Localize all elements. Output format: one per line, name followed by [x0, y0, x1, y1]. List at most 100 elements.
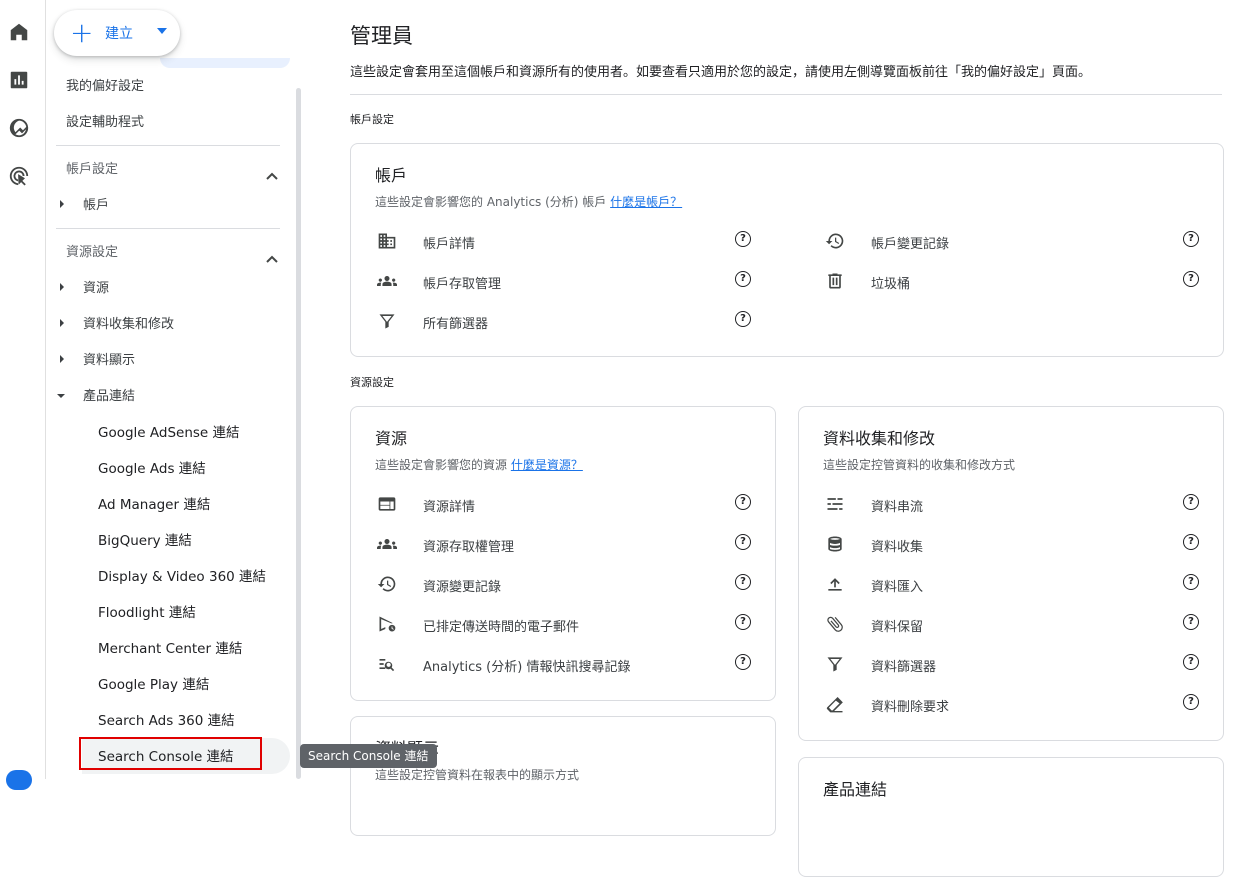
filter-icon — [823, 652, 847, 676]
data-deletion-requests-row[interactable]: 資料刪除要求 ? — [823, 692, 1203, 716]
sidebar-item-google-ads-links[interactable]: Google Ads 連結 — [98, 461, 206, 477]
people-icon — [375, 269, 399, 293]
divider — [56, 228, 280, 229]
sidebar-item-account[interactable]: 帳戶 — [83, 198, 109, 214]
help-fab[interactable] — [6, 770, 32, 790]
property-card-title: 資源 — [375, 429, 408, 448]
help-icon[interactable]: ? — [1183, 614, 1199, 630]
data-retention-row[interactable]: 資料保留 ? — [823, 612, 1203, 636]
account-settings-label: 帳戶設定 — [350, 113, 394, 126]
help-icon[interactable]: ? — [735, 574, 751, 590]
sidebar-item-merchant-center-links[interactable]: Merchant Center 連結 — [98, 641, 242, 657]
what-is-account-link[interactable]: 什麼是帳戶？ — [610, 195, 682, 209]
all-filters-row[interactable]: 所有篩選器 ? — [375, 309, 755, 333]
account-change-history-label: 帳戶變更記錄 — [871, 237, 950, 252]
property-settings-label: 資源設定 — [350, 376, 394, 389]
dropdown-arrow-icon — [157, 28, 167, 34]
scheduled-emails-label: 已排定傳送時間的電子郵件 — [423, 620, 580, 635]
sidebar-item-google-play-links[interactable]: Google Play 連結 — [98, 677, 209, 693]
help-icon[interactable]: ? — [1183, 534, 1199, 550]
property-change-history-label: 資源變更記錄 — [423, 580, 502, 595]
property-card-subtitle-text: 這些設定會影響您的資源 — [375, 458, 508, 472]
account-card-subtitle: 這些設定會影響您的 Analytics (分析) 帳戶 什麼是帳戶？ — [375, 193, 682, 210]
account-card: 帳戶 這些設定會影響您的 Analytics (分析) 帳戶 什麼是帳戶？ 帳戶… — [350, 143, 1224, 357]
advertising-icon[interactable] — [7, 164, 31, 188]
collapse-arrow-icon — [57, 394, 65, 398]
sidebar-item-adsense-links[interactable]: Google AdSense 連結 — [98, 425, 240, 441]
sidebar-item-property[interactable]: 資源 — [83, 281, 109, 297]
property-card: 資源 這些設定會影響您的資源 什麼是資源？ 資源詳情 ? 資源存取權管理 ? 資… — [350, 406, 776, 701]
data-import-row[interactable]: 資料匯入 ? — [823, 572, 1203, 596]
sidebar-item-product-links[interactable]: 產品連結 — [83, 389, 135, 405]
help-icon[interactable]: ? — [1183, 654, 1199, 670]
product-links-card-title: 產品連結 — [823, 780, 888, 799]
data-streams-row[interactable]: 資料串流 ? — [823, 492, 1203, 516]
web-icon — [375, 492, 399, 516]
help-icon[interactable]: ? — [1183, 574, 1199, 590]
page-title: 管理員 — [350, 24, 413, 48]
sidebar-item-bigquery-links[interactable]: BigQuery 連結 — [98, 533, 192, 549]
help-icon[interactable]: ? — [735, 654, 751, 670]
sidebar-item-preferences[interactable]: 我的偏好設定 — [66, 79, 144, 95]
divider — [350, 94, 1222, 95]
property-access-row[interactable]: 資源存取權管理 ? — [375, 532, 755, 556]
help-icon[interactable]: ? — [735, 311, 751, 327]
sidebar-item-data-display[interactable]: 資料顯示 — [83, 353, 135, 369]
paperclip-icon — [823, 612, 847, 636]
data-collection-card-title: 資料收集和修改 — [823, 429, 936, 448]
reports-icon[interactable] — [7, 68, 31, 92]
data-display-card-subtitle: 這些設定控管資料在報表中的顯示方式 — [375, 768, 580, 782]
sidebar-highlight — [160, 58, 290, 68]
help-icon[interactable]: ? — [735, 614, 751, 630]
sidebar-item-sa360-links[interactable]: Search Ads 360 連結 — [98, 713, 235, 729]
data-collection-row[interactable]: 資料收集 ? — [823, 532, 1203, 556]
account-card-subtitle-text: 這些設定會影響您的 Analytics (分析) 帳戶 — [375, 195, 607, 209]
help-icon[interactable]: ? — [1183, 494, 1199, 510]
building-icon — [375, 229, 399, 253]
explore-icon[interactable] — [7, 116, 31, 140]
highlight-annotation-box — [79, 737, 262, 770]
data-filters-label: 資料篩選器 — [871, 660, 937, 675]
help-icon[interactable]: ? — [735, 231, 751, 247]
account-settings-heading: 帳戶設定 — [66, 162, 119, 177]
account-details-label: 帳戶詳情 — [423, 237, 476, 252]
chevron-up-icon[interactable] — [266, 165, 278, 180]
help-icon[interactable]: ? — [735, 494, 751, 510]
help-icon[interactable]: ? — [1183, 231, 1199, 247]
chevron-up-icon[interactable] — [266, 248, 278, 263]
property-settings-heading: 資源設定 — [66, 245, 119, 260]
data-retention-label: 資料保留 — [871, 620, 924, 635]
people-icon — [375, 532, 399, 556]
help-icon[interactable]: ? — [1183, 694, 1199, 710]
sidebar-item-floodlight-links[interactable]: Floodlight 連結 — [98, 605, 196, 621]
property-change-history-row[interactable]: 資源變更記錄 ? — [375, 572, 755, 596]
nav-rail — [0, 0, 46, 790]
sidebar-item-data-collection[interactable]: 資料收集和修改 — [83, 317, 174, 333]
account-change-history-row[interactable]: 帳戶變更記錄 ? — [823, 229, 1203, 253]
sidebar-item-ad-manager-links[interactable]: Ad Manager 連結 — [98, 497, 210, 513]
what-is-property-link[interactable]: 什麼是資源？ — [511, 458, 583, 472]
data-collection-label: 資料收集 — [871, 540, 924, 555]
stream-icon — [823, 492, 847, 516]
insights-search-history-row[interactable]: Analytics (分析) 情報快訊搜尋記錄 ? — [375, 652, 755, 676]
all-filters-label: 所有篩選器 — [423, 317, 489, 332]
scheduled-emails-row[interactable]: 已排定傳送時間的電子郵件 ? — [375, 612, 755, 636]
create-button-label: 建立 — [105, 26, 133, 42]
account-details-row[interactable]: 帳戶詳情 ? — [375, 229, 755, 253]
sidebar-scrollbar[interactable] — [296, 88, 301, 779]
data-filters-row[interactable]: 資料篩選器 ? — [823, 652, 1203, 676]
home-icon[interactable] — [7, 20, 31, 44]
create-button[interactable]: + 建立 — [54, 10, 180, 56]
trash-row[interactable]: 垃圾桶 ? — [823, 269, 1203, 293]
trash-label: 垃圾桶 — [871, 277, 911, 292]
history-icon — [823, 229, 847, 253]
help-icon[interactable]: ? — [735, 534, 751, 550]
help-icon[interactable]: ? — [735, 271, 751, 287]
sidebar-item-setup-assistant[interactable]: 設定輔助程式 — [66, 115, 144, 131]
sidebar-item-dv360-links[interactable]: Display & Video 360 連結 — [98, 569, 266, 585]
divider — [56, 145, 280, 146]
account-access-row[interactable]: 帳戶存取管理 ? — [375, 269, 755, 293]
help-icon[interactable]: ? — [1183, 271, 1199, 287]
admin-sidebar: + 建立 我的偏好設定 設定輔助程式 帳戶設定 帳戶 資源設定 資源 資料收集和… — [46, 0, 300, 779]
property-details-row[interactable]: 資源詳情 ? — [375, 492, 755, 516]
